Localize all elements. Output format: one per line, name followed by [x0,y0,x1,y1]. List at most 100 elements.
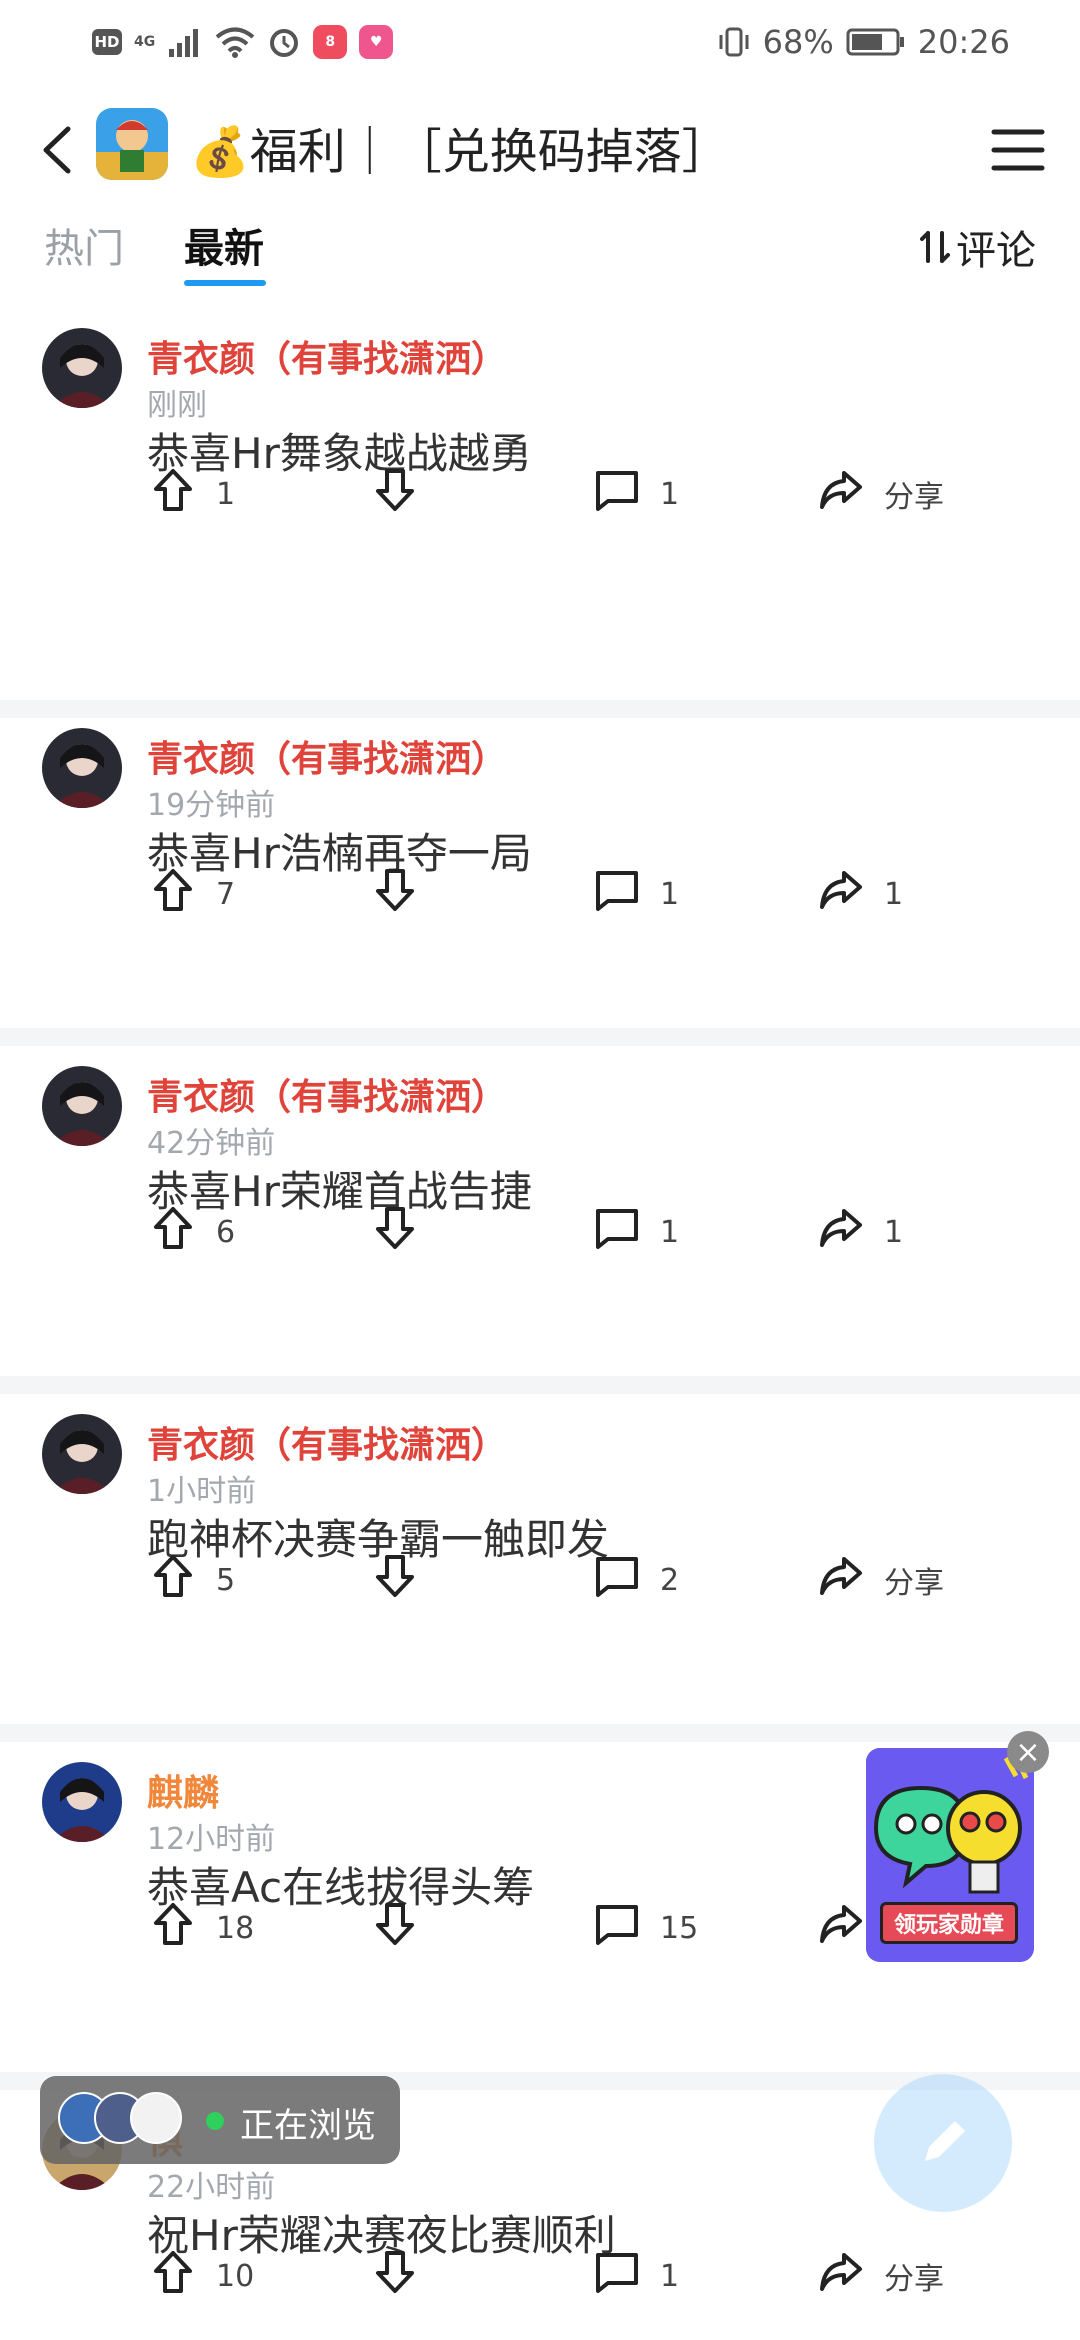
viewer-avatars [58,2092,188,2148]
upvote-icon [148,1551,198,1609]
tab-hot[interactable]: 热门 [44,216,124,274]
share-button[interactable]: 1 [816,1202,903,1262]
upvote-button[interactable]: 6 [148,1202,235,1262]
downvote-button[interactable] [370,1898,420,1958]
comment-button[interactable]: 1 [592,464,679,524]
comment-button[interactable]: 15 [592,1898,698,1958]
alarm-icon [270,29,299,57]
sort-icon [920,231,950,263]
avatar[interactable] [42,1066,122,1146]
share-count: 1 [884,1214,904,1250]
pen-icon [925,2121,965,2161]
back-icon [43,126,71,174]
downvote-button[interactable] [370,864,420,924]
comment-icon [592,2247,642,2305]
post-card[interactable]: 青衣颜（有事找潇洒） 1小时前 跑神杯决赛争霸一触即发 5 2 分享 [0,1394,1080,1742]
app-notification-icon-2: ♥ [359,25,394,59]
upvote-count: 10 [216,2258,255,2294]
upvote-button[interactable]: 7 [148,864,235,924]
post-time: 42分钟前 [147,1126,276,1161]
share-button[interactable]: 分享 [816,2246,944,2306]
post-username[interactable]: 青衣颜（有事找潇洒） [147,730,507,782]
compose-button[interactable] [874,2074,1012,2212]
downvote-icon [370,1899,420,1957]
post-username[interactable]: 青衣颜（有事找潇洒） [147,1416,507,1468]
game-icon[interactable] [96,108,168,180]
vibrate-icon [719,27,749,57]
sort-button[interactable]: 评论 [920,218,1036,276]
badge-promo[interactable]: 领玩家勋章 [866,1748,1034,1962]
upvote-count: 18 [216,1910,255,1946]
signal-icon [169,29,199,57]
upvote-button[interactable]: 1 [148,464,235,524]
downvote-button[interactable] [370,464,420,524]
menu-button[interactable] [986,118,1050,182]
share-button[interactable]: 1 [816,864,903,924]
comment-count: 1 [660,476,680,512]
comment-button[interactable]: 1 [592,2246,679,2306]
post-card[interactable]: 青衣颜（有事找潇洒） 42分钟前 恭喜Hr荣耀首战告捷 6 1 1 [0,1046,1080,1394]
comment-icon [592,1203,642,1261]
downvote-button[interactable] [370,1202,420,1262]
post-time: 1小时前 [147,1474,257,1509]
upvote-icon [148,465,198,523]
avatar [130,2092,182,2144]
avatar[interactable] [42,1762,122,1842]
downvote-icon [370,1551,420,1609]
comment-count: 1 [660,1214,680,1250]
avatar[interactable] [42,1414,122,1494]
post-username[interactable]: 青衣颜（有事找潇洒） [147,1068,507,1120]
post-card[interactable]: 青衣颜（有事找潇洒） 19分钟前 恭喜Hr浩楠再夺一局 7 1 1 [0,718,1080,1046]
share-button[interactable]: 分享 [816,1550,944,1610]
share-icon [816,865,866,923]
avatar[interactable] [42,328,122,408]
comment-button[interactable]: 2 [592,1550,679,1610]
upvote-count: 1 [216,476,236,512]
comment-icon [592,1899,642,1957]
comment-button[interactable]: 1 [592,864,679,924]
header: 💰福利｜［兑换码掉落］ [0,100,1080,200]
upvote-count: 7 [216,876,236,912]
post-time: 刚刚 [147,388,207,423]
back-button[interactable] [28,118,88,182]
post-card[interactable]: 青衣颜（有事找潇洒） 刚刚 恭喜Hr舞象越战越勇 1 1 分享 [0,300,1080,718]
share-count: 分享 [884,2262,944,2297]
comment-icon [592,865,642,923]
app-notification-icon: 8 [313,25,348,59]
upvote-icon [148,2247,198,2305]
upvote-button[interactable]: 10 [148,2246,254,2306]
avatar[interactable] [42,728,122,808]
status-bar: HD 4G 8 ♥ 68% 20:26 [0,0,1080,84]
share-icon [816,1551,866,1609]
upvote-count: 6 [216,1214,236,1250]
page-title: 💰福利｜［兑换码掉落］ [190,124,730,180]
hd-icon: HD [92,29,122,55]
downvote-button[interactable] [370,1550,420,1610]
share-count: 1 [884,876,904,912]
comment-icon [592,1551,642,1609]
share-icon [816,1203,866,1261]
battery-icon [846,28,904,56]
comment-button[interactable]: 1 [592,1202,679,1262]
tab-latest[interactable]: 最新 [184,216,264,274]
post-actions: 7 1 1 [0,864,1080,924]
upvote-icon [148,1899,198,1957]
downvote-button[interactable] [370,2246,420,2306]
tab-bar: 热门 最新 评论 [0,210,1080,290]
post-username[interactable]: 麒麟 [147,1764,219,1816]
share-button[interactable]: 分享 [816,464,944,524]
upvote-button[interactable]: 18 [148,1898,254,1958]
upvote-button[interactable]: 5 [148,1550,235,1610]
battery-percent: 68% [762,23,834,61]
downvote-icon [370,865,420,923]
browsing-indicator[interactable]: 正在浏览 [40,2076,400,2164]
close-icon[interactable]: × [1007,1731,1049,1773]
sort-label: 评论 [956,228,1036,274]
comment-count: 15 [660,1910,699,1946]
downvote-icon [370,1203,420,1261]
post-actions: 1 1 分享 [0,464,1080,524]
downvote-icon [370,2247,420,2305]
comment-icon [592,465,642,523]
post-username[interactable]: 青衣颜（有事找潇洒） [147,330,507,382]
status-right: 68% 20:26 [717,20,1010,64]
